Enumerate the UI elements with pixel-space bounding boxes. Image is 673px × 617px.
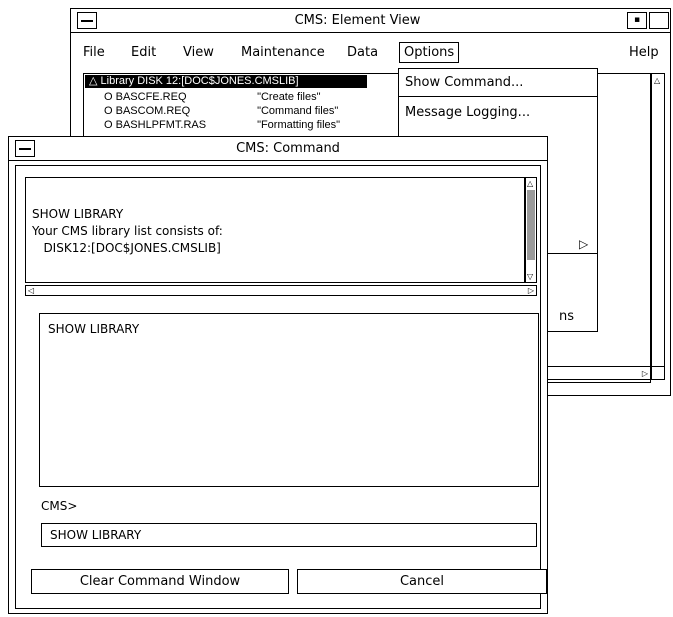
cancel-button[interactable]: Cancel [297,569,547,594]
scrollbar-corner [651,366,665,380]
menu-maintenance[interactable]: Maintenance [241,45,325,60]
list-item[interactable]: O BASCFE.REQ "Create files" [104,91,321,103]
list-item[interactable]: O BASCOM.REQ "Command files" [104,105,338,117]
scroll-up-arrow-icon[interactable]: △ [654,76,660,85]
scroll-left-arrow-icon[interactable]: ◁ [28,286,34,295]
library-row[interactable]: △ Library DISK 12:[DOC$JONES.CMSLIB] [85,75,367,88]
output-vertical-scrollbar[interactable]: △ ▽ [525,177,537,283]
menu-bar: File Edit View Maintenance Data Options … [75,41,668,65]
element-remark: "Formatting files" [257,119,341,131]
minimize-button[interactable]: ▪ [627,12,647,29]
clear-command-window-button[interactable]: Clear Command Window [31,569,289,594]
output-horizontal-scrollbar[interactable]: ◁ ▷ [25,285,537,296]
command-prompt-label: CMS> [41,499,78,513]
menu-help[interactable]: Help [629,45,659,60]
menu-options[interactable]: Options [399,42,460,63]
window-menu-icon [81,20,93,22]
scroll-up-arrow-icon[interactable]: △ [527,179,533,188]
menu-separator [399,96,597,97]
minimize-icon: ▪ [633,15,641,25]
window-menu-icon [19,148,31,150]
scrollbar-thumb[interactable] [527,190,535,260]
command-history-text: SHOW LIBRARY [48,322,140,336]
command-history-area[interactable]: SHOW LIBRARY [39,313,539,487]
window-menu-button[interactable] [15,140,35,157]
element-name: O BASHLPFMT.RAS [104,119,207,131]
scroll-down-arrow-icon[interactable]: ▽ [527,272,533,281]
menu-item-message-logging[interactable]: Message Logging... [405,105,530,120]
menu-item-show-command[interactable]: Show Command... [405,75,523,90]
menu-data[interactable]: Data [347,45,378,60]
command-input[interactable]: SHOW LIBRARY [41,523,537,547]
scroll-right-arrow-icon[interactable]: ▷ [642,369,648,378]
command-window-titlebar[interactable]: CMS: Command [9,137,547,161]
element-name: O BASCOM.REQ [104,105,191,117]
menu-item-options-partial[interactable]: ns [559,309,574,324]
element-view-titlebar[interactable]: CMS: Element View ▪ [71,9,670,33]
window-title: CMS: Command [236,141,340,156]
element-remark: "Create files" [257,91,321,103]
command-output-area[interactable]: SHOW LIBRARY Your CMS library list consi… [25,177,525,283]
submenu-arrow-icon: ▷ [579,237,589,251]
element-list-vertical-scrollbar[interactable]: △ [651,73,665,369]
element-name: O BASCFE.REQ [104,91,187,103]
element-remark: "Command files" [257,105,339,117]
maximize-button[interactable] [649,12,669,29]
menu-view[interactable]: View [183,45,214,60]
list-item[interactable]: O BASHLPFMT.RAS "Formatting files" [104,119,340,131]
window-menu-button[interactable] [77,12,97,29]
menu-edit[interactable]: Edit [131,45,156,60]
scroll-right-arrow-icon[interactable]: ▷ [528,286,534,295]
command-window: CMS: Command SHOW LIBRARY Your CMS libra… [8,136,548,614]
window-title: CMS: Element View [294,13,421,28]
command-output-text: SHOW LIBRARY Your CMS library list consi… [32,207,223,255]
menu-file[interactable]: File [83,45,105,60]
